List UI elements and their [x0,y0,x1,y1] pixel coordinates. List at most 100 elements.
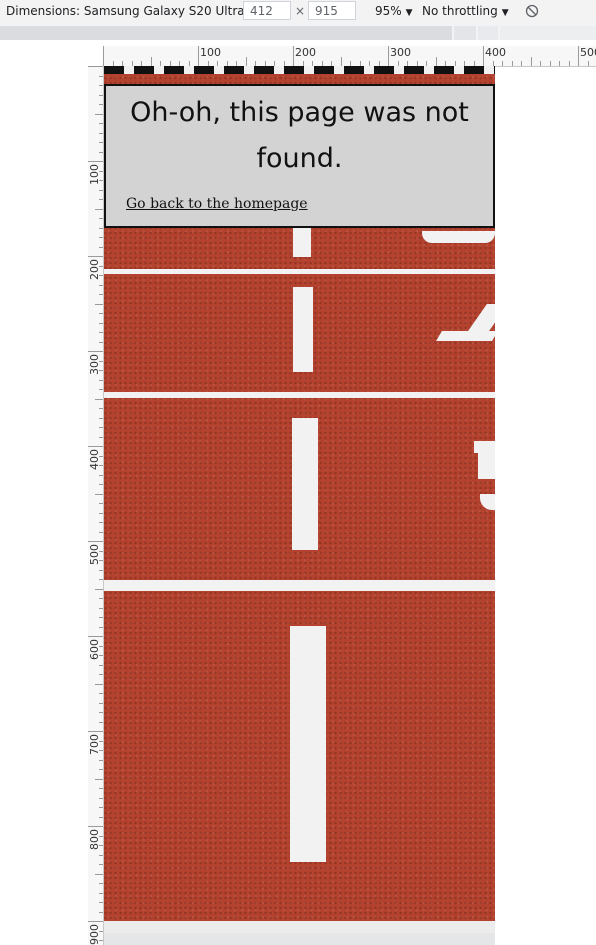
ruler-tick [99,313,103,314]
device-label: Dimensions: Samsung Galaxy S20 Ultra [6,4,245,18]
device-select[interactable]: Dimensions: Samsung Galaxy S20 Ultra▼ [6,0,256,22]
ruler-tick [99,341,103,343]
ruler-label: 300 [88,354,101,375]
ruler-tick [99,503,103,504]
ruler-tick [99,408,103,409]
ruler-tick [99,332,103,333]
ruler-label: 200 [295,46,316,59]
ruler-tick [95,303,103,305]
ruler-tick [99,436,103,438]
ruler-tick [88,921,103,922]
lane-line [104,392,495,398]
ruler-tick [99,85,103,86]
ruler-tick [99,474,103,476]
ruler-tick [88,826,103,827]
ruler-label: 100 [88,164,101,185]
ruler-tick [99,854,103,856]
lane-dash [293,287,313,372]
ruler-tick [99,902,103,903]
ruler-label: 700 [88,734,101,755]
ruler-tick [88,636,103,637]
ruler-tick [99,759,103,761]
rotate-icon [525,4,539,18]
ruler-tick [99,417,103,419]
device-toolbar: Dimensions: Samsung Galaxy S20 Ultra▼ 41… [0,0,596,22]
media-query-segment[interactable] [0,26,452,40]
ruler-tick [521,61,522,66]
ruler-tick [99,284,103,286]
ruler-tick [88,161,103,162]
rotate-button[interactable] [525,0,541,22]
ruler-tick [99,883,103,884]
viewport-bottom-edge [104,933,495,945]
media-query-segment[interactable] [454,26,476,40]
ruler-tick [99,427,103,428]
ruler-label: 800 [88,829,101,850]
ruler-tick [340,57,342,66]
ruler-tick [99,199,103,200]
dimension-separator: × [295,4,306,18]
ruler-tick [99,294,103,295]
ruler-tick [95,493,103,495]
zoom-select[interactable]: 95% ▼ [375,0,413,22]
ruler-tick [99,484,103,485]
height-input[interactable]: 915 [308,1,356,20]
ruler-tick [99,693,103,694]
lane-dash [293,226,311,257]
lane-line [104,580,495,591]
ruler-tick [99,75,103,77]
ruler-tick [95,778,103,780]
ruler-tick [99,132,103,134]
ruler-tick [95,588,103,590]
ruler-tick [530,57,532,66]
ruler-label: 900 [88,924,101,945]
ruler-label: 100 [200,46,221,59]
ruler-tick [99,797,103,799]
ruler-tick [99,788,103,789]
ruler-tick [99,246,103,248]
ruler-tick [99,227,103,229]
width-input[interactable]: 412 [243,1,291,20]
ruler-tick [99,322,103,324]
ruler-tick [99,769,103,770]
ruler-tick [99,607,103,609]
ruler-tick [88,446,103,447]
ruler-tick [99,569,103,571]
lane-dash [290,626,326,862]
ruler-tick [245,57,247,66]
ruler-tick [502,61,503,66]
ruler-tick [99,617,103,618]
ruler-label: 300 [390,46,411,59]
ruler-label: 200 [88,259,101,280]
ruler-tick [99,892,103,894]
ruler-tick [103,46,104,66]
lane-number-5 [478,453,495,479]
ruler-tick [95,208,103,210]
throttling-label: No throttling [422,4,498,18]
ruler-tick [95,113,103,115]
chevron-down-icon: ▼ [501,8,509,18]
ruler-tick [99,626,103,628]
ruler-tick [99,189,103,191]
ruler-tick [99,123,103,124]
ruler-tick [568,61,570,66]
horizontal-ruler: 100 200 300 400 500 [103,46,596,67]
ruler-tick [99,531,103,533]
ruler-tick [88,731,103,732]
homepage-link[interactable]: Go back to the homepage [126,196,308,212]
not-found-heading: Oh-oh, this page was not found. [130,97,469,174]
ruler-tick [99,522,103,523]
media-query-segment[interactable] [500,26,596,40]
ruler-tick [99,712,103,713]
ruler-tick [150,57,152,66]
ruler-tick [293,46,294,66]
ruler-tick [99,674,103,675]
chevron-down-icon: ▼ [405,8,413,18]
media-query-segment[interactable] [478,26,498,40]
ruler-tick [95,398,103,400]
zoom-label: 95% [375,4,402,18]
ruler-label: 400 [485,46,506,59]
ruler-tick [511,61,513,66]
ruler-tick [99,389,103,390]
throttling-select[interactable]: No throttling ▼ [422,0,509,22]
